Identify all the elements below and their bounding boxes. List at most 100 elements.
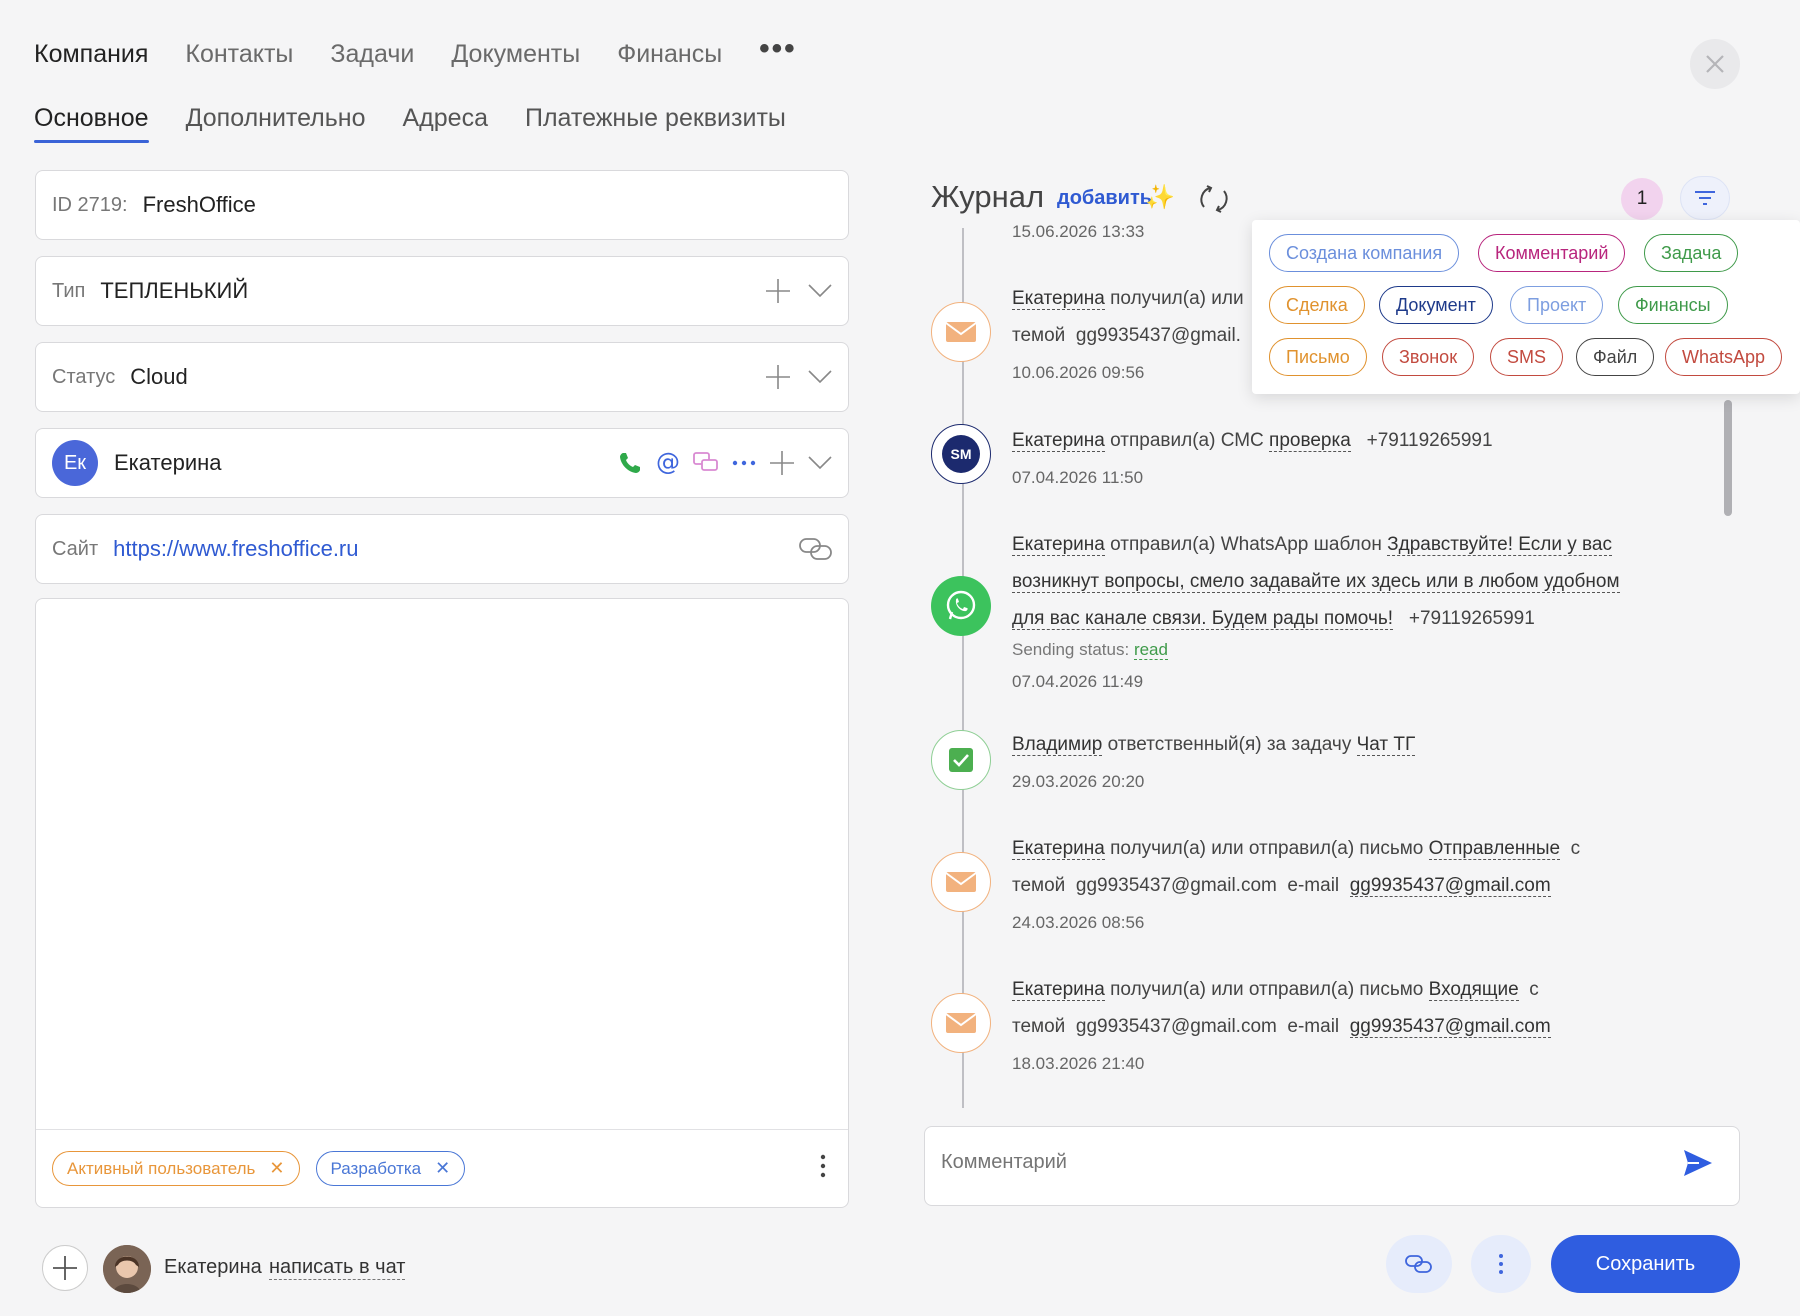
write-to-chat-link[interactable]: написать в чат bbox=[269, 1256, 406, 1280]
type-dropdown-button[interactable] bbox=[806, 277, 834, 305]
tag-chip: Разработка ✕ bbox=[315, 1151, 466, 1186]
sms-badge-icon: SM bbox=[942, 435, 980, 473]
plus-icon bbox=[766, 279, 790, 303]
timeline-marker bbox=[931, 576, 991, 636]
add-contact-button[interactable] bbox=[768, 449, 796, 477]
tab-documents[interactable]: Документы bbox=[451, 40, 580, 69]
filter-chip-company-created[interactable]: Создана компания bbox=[1269, 234, 1460, 272]
filter-chip-call[interactable]: Звонок bbox=[1382, 338, 1475, 376]
kebab-icon bbox=[1499, 1254, 1503, 1274]
entry-user[interactable]: Екатерина bbox=[1012, 534, 1105, 556]
remove-tag-icon[interactable]: ✕ bbox=[435, 1158, 450, 1179]
at-icon: @ bbox=[656, 450, 680, 476]
add-type-button[interactable] bbox=[764, 277, 792, 305]
notes-area[interactable]: Активный пользователь ✕ Разработка ✕ bbox=[35, 598, 849, 1208]
filter-icon bbox=[1695, 191, 1715, 205]
site-link[interactable]: https://www.freshoffice.ru bbox=[113, 536, 358, 562]
filter-chip-whatsapp[interactable]: WhatsApp bbox=[1665, 338, 1783, 376]
entry-user[interactable]: Екатерина bbox=[1012, 430, 1105, 452]
more-actions-button[interactable] bbox=[1471, 1235, 1531, 1293]
entry-folder[interactable]: Входящие bbox=[1428, 979, 1519, 1001]
filter-chip-document[interactable]: Документ bbox=[1379, 286, 1493, 324]
tab-finances[interactable]: Финансы bbox=[617, 40, 722, 69]
timeline-marker: SM bbox=[931, 424, 991, 484]
filter-popup: Создана компания Комментарий Задача Сдел… bbox=[1252, 220, 1800, 394]
entry-phone: +79119265991 bbox=[1408, 608, 1535, 629]
status-dropdown-button[interactable] bbox=[806, 363, 834, 391]
call-button[interactable] bbox=[616, 449, 644, 477]
top-tabs: Компания Контакты Задачи Документы Финан… bbox=[34, 32, 797, 69]
status-field[interactable]: Статус Cloud bbox=[35, 342, 849, 412]
contact-name: Екатерина bbox=[114, 450, 222, 475]
journal-add-button[interactable]: добавить bbox=[1057, 187, 1152, 210]
filter-chip-deal[interactable]: Сделка bbox=[1269, 286, 1365, 324]
filter-chip-finances[interactable]: Финансы bbox=[1618, 286, 1728, 324]
envelope-icon bbox=[945, 322, 977, 342]
plus-icon bbox=[766, 365, 790, 389]
entry-email: gg9935437@gmail.com bbox=[1075, 1016, 1277, 1037]
more-contact-actions-button[interactable] bbox=[730, 449, 758, 477]
subtab-addresses[interactable]: Адреса bbox=[403, 104, 488, 143]
chevron-down-icon bbox=[808, 456, 832, 470]
entry-link[interactable]: Чат ТГ bbox=[1356, 734, 1416, 756]
chat-button[interactable] bbox=[692, 449, 720, 477]
journal-title: Журнал bbox=[931, 179, 1045, 214]
timeline-marker bbox=[931, 302, 991, 362]
plus-icon bbox=[53, 1256, 77, 1280]
add-button[interactable] bbox=[42, 1245, 88, 1291]
filter-chip-letter[interactable]: Письмо bbox=[1269, 338, 1367, 376]
add-status-button[interactable] bbox=[764, 363, 792, 391]
open-link-button[interactable] bbox=[798, 535, 834, 563]
filter-chip-sms[interactable]: SMS bbox=[1490, 338, 1564, 376]
email-button[interactable]: @ bbox=[654, 449, 682, 477]
site-field[interactable]: Сайт https://www.freshoffice.ru bbox=[35, 514, 849, 584]
entry-user[interactable]: Екатерина bbox=[1012, 288, 1105, 310]
save-button[interactable]: Сохранить bbox=[1551, 1235, 1740, 1293]
send-button[interactable] bbox=[1683, 1149, 1713, 1182]
entry-user[interactable]: Екатерина bbox=[1012, 838, 1105, 860]
filter-chip-task[interactable]: Задача bbox=[1644, 234, 1739, 272]
entry-user[interactable]: Екатерина bbox=[1012, 979, 1105, 1001]
tags-menu-button[interactable] bbox=[820, 1154, 826, 1183]
whatsapp-icon bbox=[946, 590, 976, 620]
filter-chip-comment[interactable]: Комментарий bbox=[1478, 234, 1626, 272]
journal-scrollbar[interactable] bbox=[1724, 400, 1732, 516]
entry-template-text[interactable]: для вас канале связи. Будем рады помочь! bbox=[1012, 608, 1394, 630]
tab-company[interactable]: Компания bbox=[34, 40, 148, 69]
close-button[interactable] bbox=[1690, 39, 1740, 89]
entry-folder[interactable]: Отправленные bbox=[1428, 838, 1561, 860]
entry-template-text[interactable]: возникнут вопросы, смело задавайте их зд… bbox=[1012, 571, 1620, 593]
user-photo-icon bbox=[103, 1245, 151, 1293]
entry-link[interactable]: проверка bbox=[1269, 430, 1351, 452]
subtab-main[interactable]: Основное bbox=[34, 104, 149, 143]
entry-email-link[interactable]: gg9935437@gmail.com bbox=[1349, 875, 1551, 897]
remove-tag-icon[interactable]: ✕ bbox=[269, 1158, 284, 1179]
entry-date: 15.06.2026 13:33 bbox=[1012, 222, 1145, 241]
entry-template-text[interactable]: Здравствуйте! Если у вас bbox=[1387, 534, 1612, 556]
tab-tasks[interactable]: Задачи bbox=[330, 40, 414, 69]
contact-dropdown-button[interactable] bbox=[806, 449, 834, 477]
entry-email: gg9935437@gmail.com bbox=[1075, 875, 1277, 896]
contact-field[interactable]: Ек Екатерина @ bbox=[35, 428, 849, 498]
subtab-payment-details[interactable]: Платежные реквизиты bbox=[525, 104, 786, 143]
tag-chip: Активный пользователь ✕ bbox=[52, 1151, 300, 1186]
filter-chip-file[interactable]: Файл bbox=[1576, 338, 1655, 376]
user-name: Екатерина bbox=[164, 1256, 262, 1278]
tab-contacts[interactable]: Контакты bbox=[185, 40, 293, 69]
link-button[interactable] bbox=[1386, 1235, 1452, 1293]
company-name-field[interactable]: ID 2719: FreshOffice bbox=[35, 170, 849, 240]
more-tabs-button[interactable]: ••• bbox=[759, 32, 797, 66]
refresh-button[interactable] bbox=[1196, 181, 1232, 222]
sparkle-icon: ✨ bbox=[1145, 184, 1175, 211]
entry-email-link[interactable]: gg9935437@gmail.com bbox=[1349, 1016, 1551, 1038]
type-field[interactable]: Тип ТЕПЛЕНЬКИЙ bbox=[35, 256, 849, 326]
svg-text:@: @ bbox=[656, 450, 680, 476]
type-label: Тип bbox=[52, 279, 86, 302]
filter-chip-project[interactable]: Проект bbox=[1510, 286, 1604, 324]
comment-input[interactable] bbox=[941, 1151, 1621, 1174]
entry-user[interactable]: Владимир bbox=[1012, 734, 1103, 756]
filter-button[interactable] bbox=[1680, 176, 1730, 220]
entry-theme-label: темой bbox=[1012, 1016, 1066, 1037]
subtab-additional[interactable]: Дополнительно bbox=[186, 104, 366, 143]
checkbox-task-icon bbox=[949, 748, 973, 772]
